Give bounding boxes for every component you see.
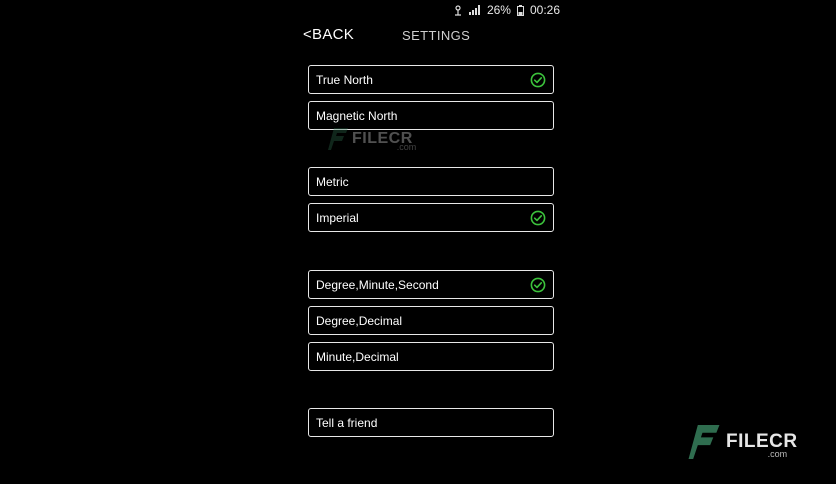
option-minute-decimal[interactable]: Minute,Decimal — [308, 342, 554, 371]
battery-percent: 26% — [486, 3, 511, 17]
watermark-f-icon — [328, 128, 348, 150]
watermark-suffix: .com — [767, 449, 788, 459]
back-button[interactable]: <BACK — [303, 26, 354, 43]
option-degree-decimal[interactable]: Degree,Decimal — [308, 306, 554, 335]
status-time: 00:26 — [529, 3, 560, 17]
signal-icon — [468, 5, 481, 15]
page-title: SETTINGS — [402, 28, 471, 43]
option-magnetic-north[interactable]: Magnetic North — [308, 101, 554, 130]
option-label: Degree,Minute,Second — [316, 277, 439, 292]
check-circle-icon — [530, 210, 546, 226]
header: <BACK SETTINGS — [0, 26, 836, 46]
option-tell-a-friend[interactable]: Tell a friend — [308, 408, 554, 437]
option-metric[interactable]: Metric — [308, 167, 554, 196]
check-circle-icon — [530, 72, 546, 88]
option-label: Minute,Decimal — [316, 349, 399, 364]
watermark-logo-corner: FILECR .com — [686, 425, 821, 459]
option-label: Imperial — [316, 210, 359, 225]
option-label: True North — [316, 72, 373, 87]
option-label: Degree,Decimal — [316, 313, 403, 328]
option-true-north[interactable]: True North — [308, 65, 554, 94]
watermark-suffix: .com — [396, 142, 417, 152]
watermark-logo: FILECR .com — [328, 128, 436, 152]
option-label: Tell a friend — [316, 415, 378, 430]
alarm-icon — [453, 4, 463, 16]
option-label: Metric — [316, 174, 349, 189]
battery-icon — [516, 4, 524, 16]
watermark-f-icon — [688, 425, 720, 459]
option-label: Magnetic North — [316, 108, 398, 123]
status-bar: 26% 00:26 — [453, 2, 560, 18]
option-imperial[interactable]: Imperial — [308, 203, 554, 232]
option-degree-minute-second[interactable]: Degree,Minute,Second — [308, 270, 554, 299]
check-circle-icon — [530, 277, 546, 293]
